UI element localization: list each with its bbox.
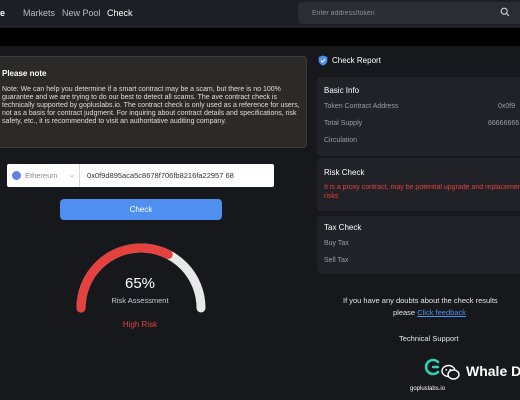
report-title: Check Report: [332, 56, 381, 65]
header-band: [0, 28, 520, 46]
note-title: Please note: [2, 69, 47, 78]
shield-check-icon: [318, 55, 328, 66]
note-box: Please note Note: We can help you determ…: [0, 56, 307, 148]
total-supply-label: Total Supply: [324, 120, 363, 127]
please-text: please: [393, 308, 416, 317]
feedback-line: please Click feedback: [393, 308, 466, 317]
note-text: Note: We can help you determine if a sma…: [2, 86, 300, 125]
nav-new-pool[interactable]: New Pool: [62, 8, 101, 18]
ethereum-icon: [12, 171, 21, 180]
nav-markets[interactable]: Markets: [23, 8, 55, 18]
tax-check-card: Tax Check Buy Tax Sell Tax: [317, 216, 520, 274]
chain-select[interactable]: Ethereum ⌄: [7, 164, 80, 187]
basic-info-title: Basic Info: [324, 86, 360, 95]
goplus-link[interactable]: gopluslabs.io: [410, 386, 445, 392]
circulation-label: Circulation: [324, 137, 358, 144]
contract-address-input[interactable]: [87, 169, 271, 182]
top-navbar: e Markets New Pool Check: [0, 0, 520, 27]
sell-tax-label: Sell Tax: [324, 257, 349, 264]
whale-watermark: Whale D: [466, 363, 520, 379]
technical-support-label: Technical Support: [399, 334, 459, 343]
risk-level: High Risk: [122, 320, 158, 329]
search-input[interactable]: [312, 7, 492, 19]
click-feedback-link[interactable]: Click feedback: [417, 308, 466, 317]
check-button[interactable]: Check: [60, 199, 222, 220]
brand-logo[interactable]: e: [0, 8, 5, 18]
search-icon[interactable]: [500, 7, 510, 17]
search-bar: [298, 2, 520, 24]
total-supply-value: 66666666: [488, 120, 520, 127]
risk-check-card: Risk Check It is a proxy contract, may b…: [317, 158, 520, 211]
chevron-down-icon: ⌄: [69, 172, 75, 179]
proxy-contract-warning: It is a proxy contract, may be potential…: [324, 184, 520, 200]
buy-tax-label: Buy Tax: [324, 240, 349, 247]
risk-assessment-label: Risk Assessment: [111, 296, 169, 305]
basic-info-card: Basic Info Token Contract Address 0x0f9 …: [317, 77, 520, 156]
doubts-text: If you have any doubts about the check r…: [343, 296, 498, 305]
token-contract-address-value[interactable]: 0x0f9: [498, 103, 515, 110]
tax-check-title: Tax Check: [324, 223, 362, 232]
contract-input-row: Ethereum ⌄: [7, 164, 274, 187]
token-contract-address-label: Token Contract Address: [324, 103, 399, 110]
nav-check[interactable]: Check: [107, 8, 133, 18]
risk-percentage: 65%: [124, 275, 156, 292]
wechat-icon: [441, 364, 460, 380]
risk-check-title: Risk Check: [324, 168, 365, 177]
goplus-logo-icon: [424, 358, 440, 376]
chain-label: Ethereum: [25, 171, 58, 180]
